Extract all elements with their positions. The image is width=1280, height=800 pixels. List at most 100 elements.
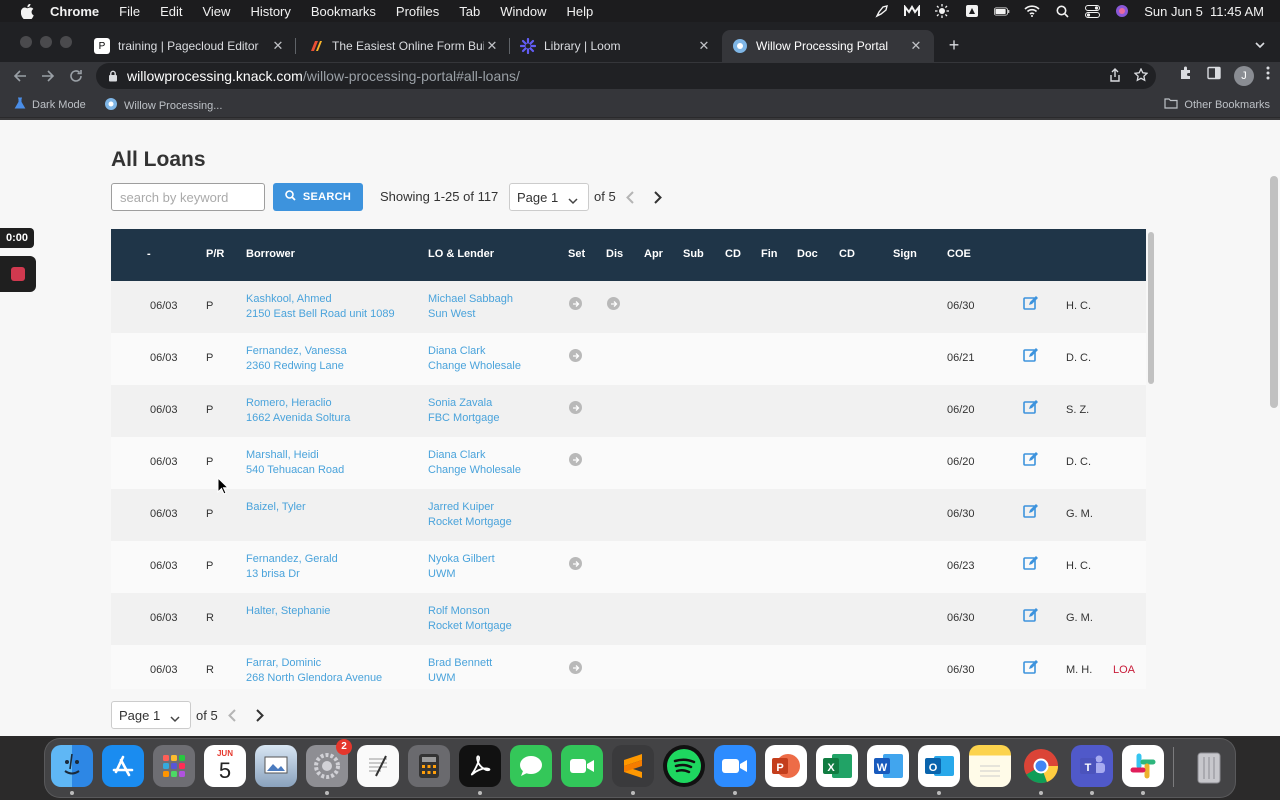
tab-search-chevron-icon[interactable] (1254, 38, 1266, 50)
menu-tab[interactable]: Tab (459, 4, 480, 19)
acrobat-icon[interactable] (459, 745, 501, 787)
col-dis-header[interactable]: Dis (606, 248, 623, 260)
minimize-window-button[interactable] (40, 36, 52, 48)
app-store-icon[interactable] (102, 745, 144, 787)
page-scrollbar[interactable] (1270, 176, 1278, 408)
menu-chrome[interactable]: Chrome (50, 4, 99, 19)
menu-window[interactable]: Window (500, 4, 546, 19)
set-status-arrow-icon[interactable] (569, 401, 582, 414)
share-icon[interactable] (1108, 68, 1122, 85)
rocket-icon[interactable] (874, 4, 890, 18)
borrower-name-link[interactable]: Marshall, Heidi (246, 448, 319, 463)
siri-icon[interactable] (1114, 4, 1130, 18)
edit-icon[interactable] (1023, 451, 1039, 467)
side-panel-icon[interactable] (1206, 65, 1222, 86)
search-button[interactable]: SEARCH (273, 183, 363, 211)
lender-link[interactable]: Rocket Mortgage (428, 619, 512, 634)
close-tab-icon[interactable]: ✕ (270, 38, 286, 54)
lender-link[interactable]: Change Wholesale (428, 463, 521, 478)
col-sign-header[interactable]: Sign (893, 248, 917, 260)
col-coe-header[interactable]: COE (947, 248, 971, 260)
set-status-arrow-icon[interactable] (569, 297, 582, 310)
menu-profiles[interactable]: Profiles (396, 4, 439, 19)
borrower-address-link[interactable]: 1662 Avenida Soltura (246, 411, 350, 426)
col-borrower-header[interactable]: Borrower (246, 248, 295, 260)
extensions-puzzle-icon[interactable] (1178, 65, 1194, 86)
edit-icon[interactable] (1023, 503, 1039, 519)
spotlight-search-icon[interactable] (1054, 4, 1070, 18)
apple-menu-icon[interactable] (20, 3, 34, 19)
address-bar[interactable]: willowprocessing.knack.com/willow-proces… (96, 63, 1156, 89)
table-row[interactable]: 06/03 P Kashkool, Ahmed 2150 East Bell Road… (111, 281, 1146, 333)
edit-icon[interactable] (1023, 555, 1039, 571)
menubar-clock[interactable]: Sun Jun 5 11:45 AM (1144, 4, 1264, 19)
menu-view[interactable]: View (202, 4, 230, 19)
messages-icon[interactable] (510, 745, 552, 787)
tab-form-builder[interactable]: The Easiest Online Form Builder ✕ (298, 30, 510, 62)
spotify-icon[interactable] (663, 745, 705, 787)
chrome-menu-icon[interactable] (1266, 66, 1270, 85)
outlook-icon[interactable]: O (918, 745, 960, 787)
table-row[interactable]: 06/03 P Baizel, Tyler Jarred Kuiper Rocket M… (111, 489, 1146, 541)
lock-icon[interactable] (108, 70, 118, 82)
set-status-arrow-icon[interactable] (569, 557, 582, 570)
page-select-top[interactable]: Page 1 (509, 183, 589, 211)
word-icon[interactable]: W (867, 745, 909, 787)
table-row[interactable]: 06/03 R Halter, Stephanie Rolf Monson Rocket… (111, 593, 1146, 645)
edit-icon[interactable] (1023, 399, 1039, 415)
prev-page-icon[interactable] (225, 707, 239, 723)
col-cd2-header[interactable]: CD (839, 248, 855, 260)
tab-loom[interactable]: Library | Loom ✕ (510, 30, 722, 62)
sublime-text-icon[interactable] (612, 745, 654, 787)
table-scrollbar[interactable] (1148, 232, 1154, 384)
borrower-name-link[interactable]: Kashkool, Ahmed (246, 292, 332, 307)
loan-officer-link[interactable]: Rolf Monson (428, 604, 490, 619)
slack-icon[interactable] (1122, 745, 1164, 787)
powerpoint-icon[interactable]: P (765, 745, 807, 787)
tab-willow-portal[interactable]: Willow Processing Portal ✕ (722, 30, 934, 62)
menu-history[interactable]: History (250, 4, 290, 19)
set-status-arrow-icon[interactable] (569, 661, 582, 674)
edit-icon[interactable] (1023, 295, 1039, 311)
edit-icon[interactable] (1023, 607, 1039, 623)
battery-icon[interactable] (994, 4, 1010, 18)
finder-icon[interactable] (51, 745, 93, 787)
loom-stop-button[interactable] (0, 256, 36, 292)
textedit-icon[interactable] (357, 745, 399, 787)
launchpad-icon[interactable] (153, 745, 195, 787)
col-doc-header[interactable]: Doc (797, 248, 818, 260)
borrower-name-link[interactable]: Farrar, Dominic (246, 656, 321, 671)
table-row[interactable]: 06/03 P Marshall, Heidi 540 Tehuacan Road Di… (111, 437, 1146, 489)
col-set-header[interactable]: Set (568, 248, 585, 260)
search-input[interactable] (111, 183, 265, 211)
lender-link[interactable]: Change Wholesale (428, 359, 521, 374)
dis-status-arrow-icon[interactable] (607, 297, 620, 310)
borrower-address-link[interactable]: 2360 Redwing Lane (246, 359, 344, 374)
set-status-arrow-icon[interactable] (569, 453, 582, 466)
bookmark-willow-processing[interactable]: Willow Processing... (104, 97, 222, 114)
loan-officer-link[interactable]: Diana Clark (428, 448, 485, 463)
borrower-name-link[interactable]: Baizel, Tyler (246, 500, 306, 515)
col-date-header[interactable]: - (147, 248, 151, 260)
lender-link[interactable]: Sun West (428, 307, 476, 322)
lender-link[interactable]: Rocket Mortgage (428, 515, 512, 530)
control-center-icon[interactable] (1084, 4, 1100, 18)
lender-link[interactable]: UWM (428, 671, 456, 686)
malwarebytes-icon[interactable] (904, 4, 921, 18)
trash-icon[interactable] (1188, 745, 1230, 787)
loan-officer-link[interactable]: Diana Clark (428, 344, 485, 359)
system-preferences-icon[interactable]: 2 (306, 739, 352, 787)
wifi-icon[interactable] (1024, 4, 1040, 18)
borrower-name-link[interactable]: Halter, Stephanie (246, 604, 330, 619)
next-page-icon[interactable] (253, 707, 267, 723)
edit-icon[interactable] (1023, 347, 1039, 363)
borrower-name-link[interactable]: Romero, Heraclio (246, 396, 332, 411)
table-row[interactable]: 06/03 P Fernandez, Vanessa 2360 Redwing Lan… (111, 333, 1146, 385)
close-window-button[interactable] (20, 36, 32, 48)
zoom-icon[interactable] (714, 745, 756, 787)
reload-icon[interactable] (66, 66, 86, 86)
profile-avatar[interactable]: J (1234, 65, 1254, 86)
col-sub-header[interactable]: Sub (683, 248, 704, 260)
menu-file[interactable]: File (119, 4, 140, 19)
lender-link[interactable]: FBC Mortgage (428, 411, 500, 426)
